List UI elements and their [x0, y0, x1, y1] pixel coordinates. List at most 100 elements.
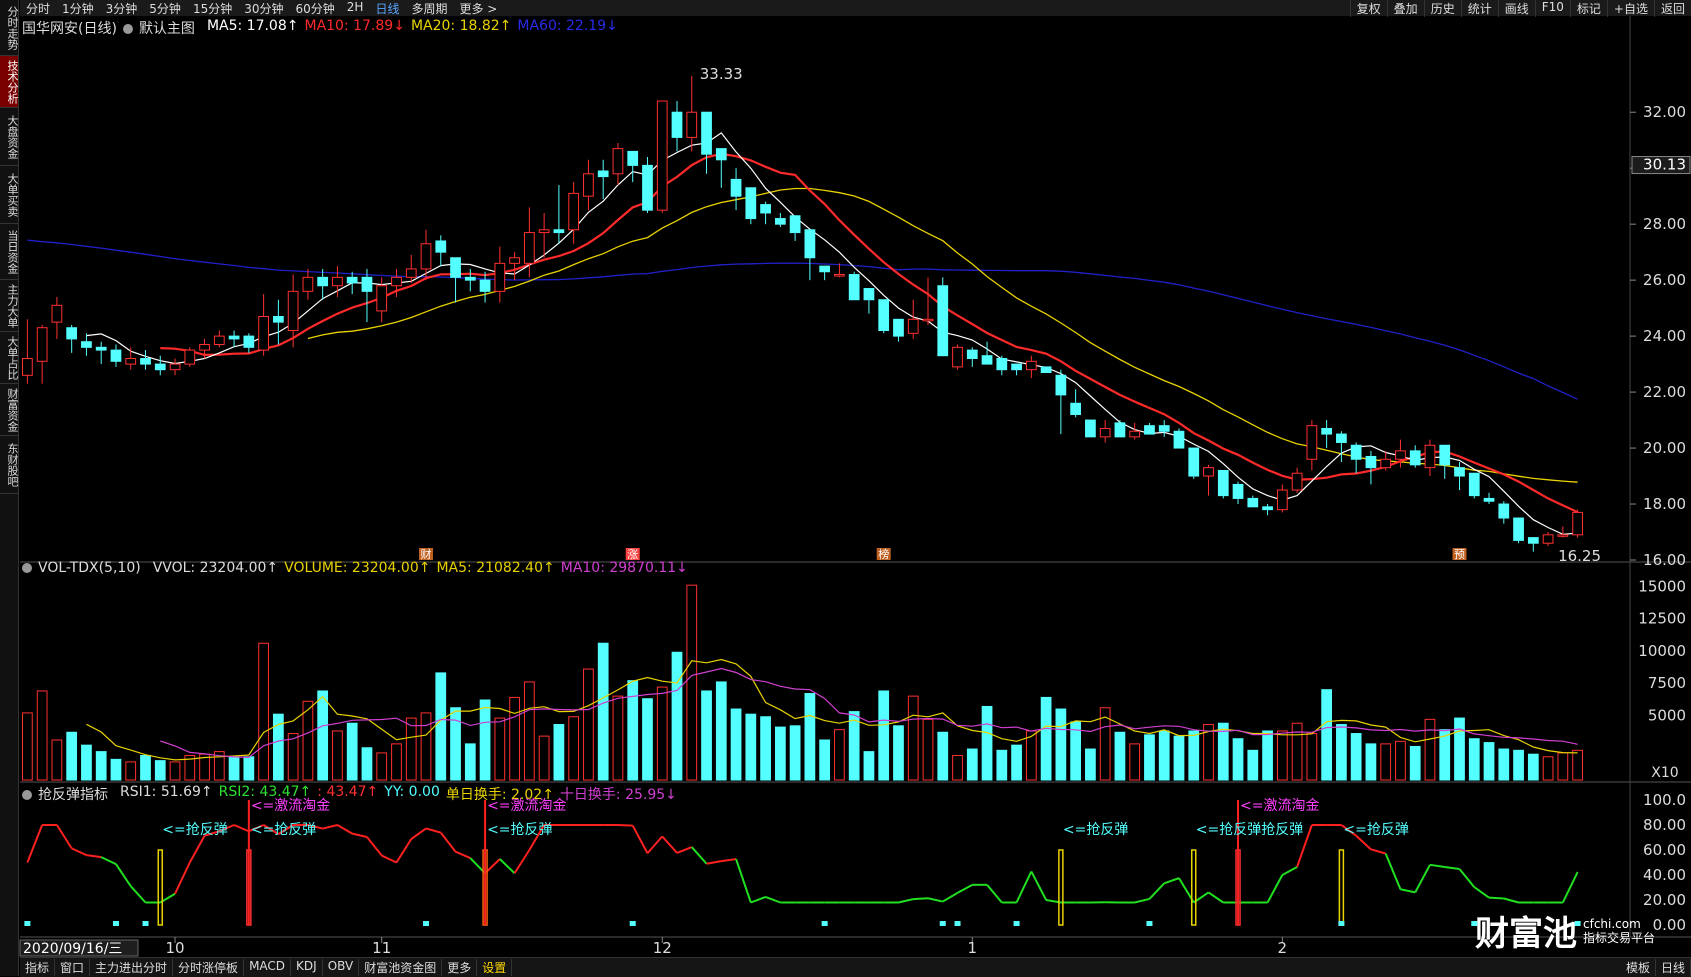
volume-bar — [524, 682, 534, 780]
rsi-segment — [411, 828, 426, 839]
rsi-segment — [692, 847, 707, 864]
rsi-segment — [116, 864, 131, 886]
single-turnover: 单日换手: 2.02↑ — [446, 784, 554, 804]
ind-indicator[interactable]: 抢反弹指标 — [22, 784, 114, 804]
volume-bar — [244, 757, 254, 780]
event-marker: 榜 — [878, 547, 889, 561]
indicator-axis-label: 60.00 — [1643, 841, 1686, 859]
indicator-tab-7[interactable]: 财富池资金图 — [359, 959, 442, 976]
candle-body — [702, 112, 712, 154]
price-axis-label: 16.00 — [1643, 551, 1686, 569]
candle-body — [628, 151, 638, 165]
candle-body — [1292, 473, 1302, 490]
candle-body — [214, 336, 224, 344]
indicator-tab-5[interactable]: KDJ — [291, 959, 323, 976]
rsi1-value: RSI1: 51.69↑ — [120, 784, 213, 804]
rsi-segment — [751, 897, 766, 903]
indicator-tab-8[interactable]: 更多 — [442, 959, 477, 976]
volume-bar — [96, 752, 106, 780]
bottom-right-button-1[interactable]: 日线 — [1656, 959, 1691, 976]
volume-bar — [643, 699, 653, 780]
candle-body — [1528, 538, 1538, 544]
yy-marker — [1338, 921, 1344, 926]
template-label: 默认主图 — [139, 21, 195, 37]
rsi-segment — [382, 856, 397, 863]
candle-body — [1086, 420, 1096, 437]
candle-body — [761, 205, 771, 213]
volume-bar — [864, 752, 874, 780]
template-select[interactable]: 默认主图 — [123, 18, 201, 38]
rsi-segment — [1400, 889, 1415, 892]
candle-body — [318, 277, 328, 285]
rsi-segment — [86, 855, 101, 857]
volume-bar — [23, 713, 33, 780]
candle-body — [1071, 403, 1081, 414]
candle-body — [377, 286, 387, 311]
rsi-segment — [441, 833, 456, 852]
rsi-segment — [736, 859, 751, 902]
candle-body — [820, 266, 830, 272]
candle-body — [1174, 431, 1184, 448]
volume-bar — [598, 643, 608, 780]
indicator-tab-4[interactable]: MACD — [244, 959, 291, 976]
date-axis-label: 11 — [372, 939, 391, 957]
volume-bar — [465, 744, 475, 780]
bottom-right-button-0[interactable]: 模板 — [1621, 959, 1656, 976]
volume-bar — [539, 736, 549, 780]
watermark: 财富池 cfchi.com指标交易平台 — [1475, 906, 1655, 955]
volume-bar — [1484, 743, 1494, 780]
candle-body — [1543, 535, 1553, 543]
candle-body — [1410, 451, 1420, 465]
volume-bar — [805, 694, 815, 780]
candle-body — [495, 263, 505, 291]
volume-bar — [953, 755, 963, 780]
candle-body — [244, 336, 254, 347]
candle-body — [1484, 498, 1494, 501]
vol-indicator[interactable]: VOL-TDX(5,10) — [22, 560, 147, 576]
volume-bar — [1337, 725, 1347, 780]
candle-body — [613, 149, 623, 174]
candle-body — [1041, 367, 1051, 373]
cursor-date-label: 2020/09/16/三 — [23, 941, 122, 957]
indicator-axis-label: 100.0 — [1643, 791, 1686, 809]
candle-body — [126, 358, 136, 364]
bottom-toolbar: 指标窗口主力进出分时分时涨停板MACDKDJOBV财富池资金图更多设置 模板日线 — [20, 957, 1691, 977]
candle-body — [746, 188, 756, 219]
candle-body — [835, 275, 845, 277]
rsi-segment — [352, 834, 367, 837]
indicator-tab-0[interactable]: 指标 — [20, 959, 55, 976]
candle-body — [1366, 456, 1376, 467]
current-price-label: 30.13 — [1643, 156, 1686, 174]
candle-body — [362, 277, 372, 291]
vma10-value: MA10: 29870.11↓ — [561, 560, 688, 576]
candle-body — [1381, 459, 1391, 467]
volume-bar — [1366, 744, 1376, 780]
candle-body — [938, 286, 948, 356]
rsi-segment — [1017, 871, 1032, 902]
volume-bar — [288, 734, 298, 780]
volume-bar — [1469, 739, 1479, 780]
rsi-segment — [1563, 872, 1578, 902]
volume-bar — [775, 727, 785, 780]
indicator-tab-1[interactable]: 窗口 — [55, 959, 90, 976]
indicator-tab-6[interactable]: OBV — [323, 959, 360, 976]
rsi-segment — [677, 847, 692, 853]
vol-name: VOL-TDX(5,10) — [38, 560, 141, 576]
volume-bar — [1189, 731, 1199, 780]
indicator-tab-2[interactable]: 主力进出分时 — [90, 959, 173, 976]
volume-bar — [1130, 744, 1140, 780]
indicator-tab-3[interactable]: 分时涨停板 — [173, 959, 244, 976]
candle-body — [1455, 468, 1465, 476]
candle-body — [953, 347, 963, 367]
volume-bar — [1425, 719, 1435, 780]
volume-bar — [1248, 750, 1258, 780]
indicator-tab-9[interactable]: 设置 — [477, 959, 512, 976]
date-axis-label: 1 — [968, 939, 978, 957]
volume-bar — [938, 732, 948, 780]
rsi-segment — [1031, 871, 1046, 900]
volume-bar — [406, 718, 416, 780]
stock-chart[interactable]: 32.0030.0028.0026.0024.0022.0020.0018.00… — [0, 0, 1691, 976]
volume-bar — [1381, 744, 1391, 780]
volume-bar — [141, 755, 151, 780]
indicator-axis-label: 0.00 — [1653, 916, 1686, 934]
